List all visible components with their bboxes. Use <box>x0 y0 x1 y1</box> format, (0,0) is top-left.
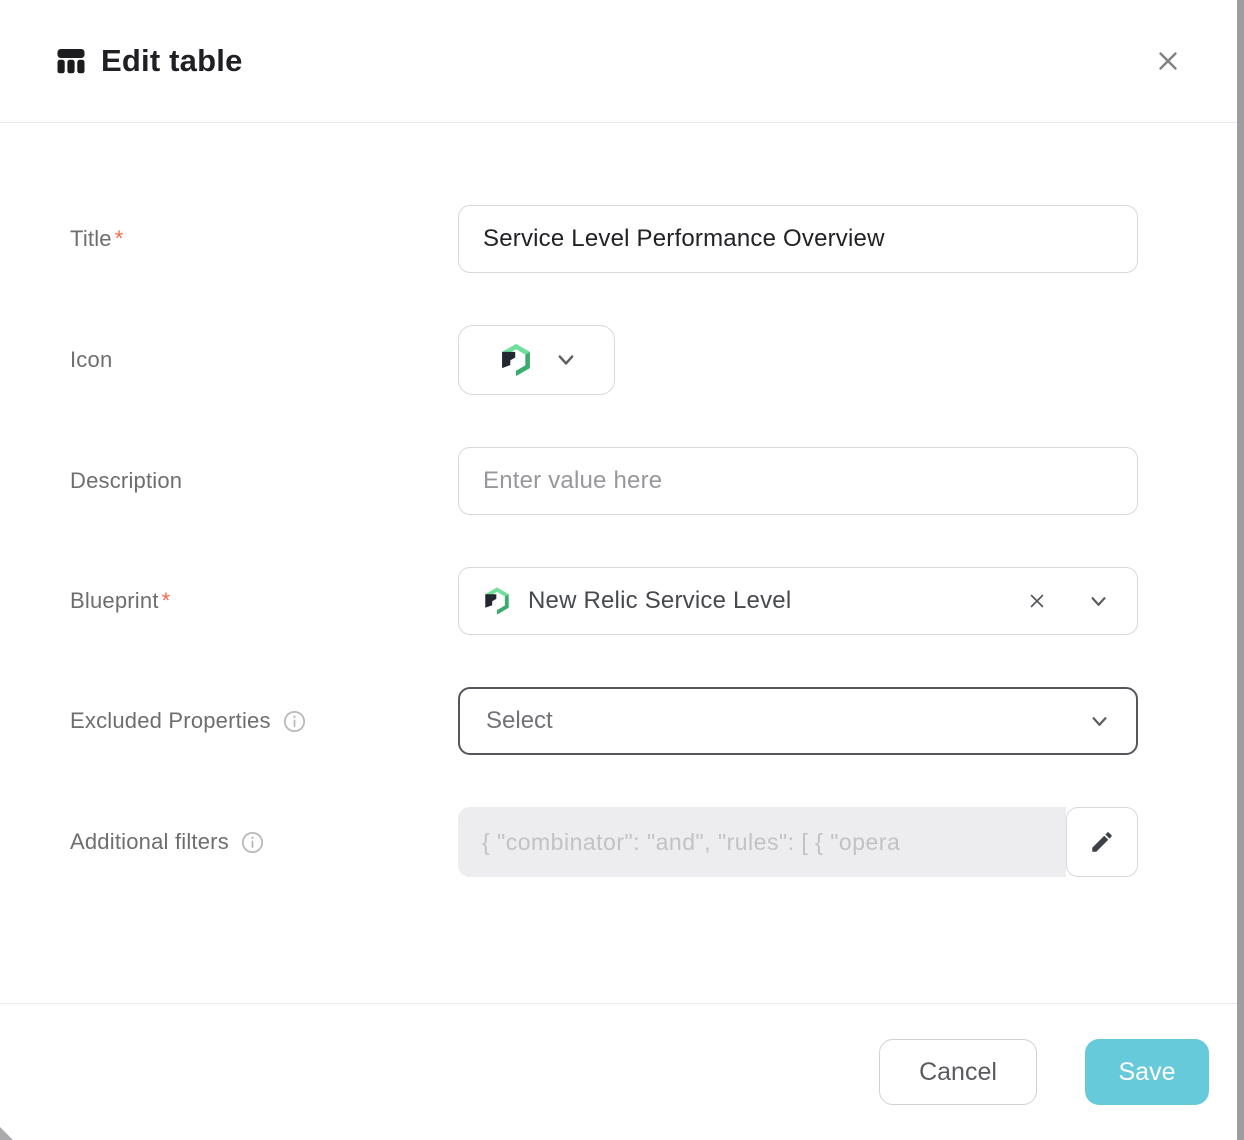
field-row-title: Title* <box>70 205 1244 273</box>
modal-body: Title* Icon <box>0 123 1244 1003</box>
additional-filters-label: Additional filters <box>70 829 458 855</box>
required-marker: * <box>115 226 124 252</box>
description-input[interactable] <box>458 447 1138 515</box>
chevron-down-icon <box>1088 591 1109 612</box>
close-icon <box>1153 46 1183 76</box>
icon-label: Icon <box>70 347 458 373</box>
chevron-down-icon <box>555 349 577 371</box>
edit-table-modal: Edit table Title* Icon <box>0 0 1244 1140</box>
description-control <box>458 447 1138 515</box>
additional-filters-group: { "combinator": "and", "rules": [ { "ope… <box>458 807 1138 877</box>
field-row-excluded-properties: Excluded Properties Select <box>70 687 1244 755</box>
title-control <box>458 205 1138 273</box>
additional-filters-value: { "combinator": "and", "rules": [ { "ope… <box>482 829 900 856</box>
additional-filters-field: { "combinator": "and", "rules": [ { "ope… <box>458 807 1066 877</box>
excluded-properties-select[interactable]: Select <box>458 687 1138 755</box>
field-row-additional-filters: Additional filters { "combinator": "and"… <box>70 807 1244 877</box>
icon-dropdown[interactable] <box>458 325 615 395</box>
blueprint-select[interactable]: New Relic Service Level <box>458 567 1138 635</box>
chevron-down-icon <box>1089 711 1110 732</box>
field-row-description: Description <box>70 447 1244 515</box>
field-row-blueprint: Blueprint* New Relic Service Level <box>70 567 1244 635</box>
background-strip <box>1237 0 1244 1140</box>
cancel-button[interactable]: Cancel <box>879 1039 1037 1105</box>
title-label-text: Title <box>70 226 112 252</box>
description-label-text: Description <box>70 468 182 494</box>
edit-filters-button[interactable] <box>1066 807 1138 877</box>
title-label: Title* <box>70 226 458 252</box>
info-icon <box>283 710 306 733</box>
blueprint-control: New Relic Service Level <box>458 567 1138 635</box>
resize-handle[interactable] <box>0 1127 13 1140</box>
info-icon <box>241 831 264 854</box>
modal-header: Edit table <box>0 0 1244 123</box>
blueprint-value: New Relic Service Level <box>528 587 1022 615</box>
pencil-icon <box>1089 829 1115 855</box>
title-input[interactable] <box>458 205 1138 273</box>
new-relic-icon <box>497 341 535 379</box>
modal-footer: Cancel Save <box>0 1003 1244 1140</box>
close-button[interactable] <box>1150 43 1186 79</box>
excluded-properties-control: Select <box>458 687 1138 755</box>
icon-control <box>458 325 1138 395</box>
additional-filters-control: { "combinator": "and", "rules": [ { "ope… <box>458 807 1138 877</box>
additional-filters-label-text: Additional filters <box>70 829 229 855</box>
blueprint-label-text: Blueprint <box>70 588 159 614</box>
blueprint-label: Blueprint* <box>70 588 458 614</box>
excluded-properties-label-text: Excluded Properties <box>70 708 271 734</box>
description-label: Description <box>70 468 458 494</box>
save-button[interactable]: Save <box>1085 1039 1209 1105</box>
page-title: Edit table <box>101 43 243 79</box>
field-row-icon: Icon <box>70 325 1244 395</box>
new-relic-icon <box>481 585 513 617</box>
table-icon <box>52 42 90 80</box>
icon-label-text: Icon <box>70 347 112 373</box>
excluded-properties-placeholder: Select <box>486 707 1089 735</box>
clear-icon[interactable] <box>1022 586 1052 616</box>
required-marker: * <box>162 588 171 614</box>
excluded-properties-label: Excluded Properties <box>70 708 458 734</box>
